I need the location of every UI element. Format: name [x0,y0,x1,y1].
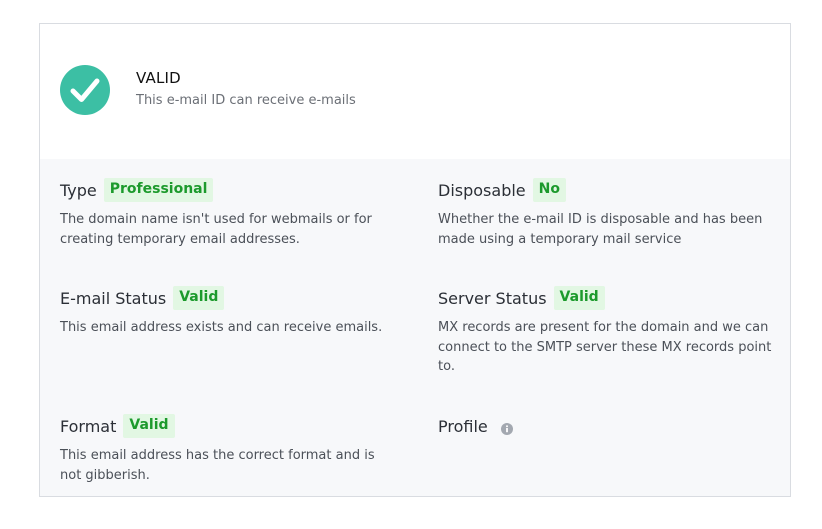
profile-item: Profile [438,414,778,438]
type-label: Type [60,180,97,200]
format-description: This email address has the correct forma… [60,448,375,483]
server-status-label: Server Status [438,288,547,308]
check-circle-icon [60,65,110,115]
server-status-item: Server Status Valid MX records are prese… [438,286,778,377]
profile-label: Profile [438,416,488,436]
disposable-label: Disposable [438,180,526,200]
details-panel: Type Professional The domain name isn't … [40,159,790,496]
verification-result-card: VALID This e-mail ID can receive e-mails… [39,23,791,497]
info-icon[interactable] [500,420,513,435]
disposable-description: Whether the e-mail ID is disposable and … [438,212,763,247]
email-status-description: This email address exists and can receiv… [60,320,383,335]
email-status-label: E-mail Status [60,288,167,308]
format-item: Format Valid This email address has the … [60,414,400,485]
disposable-badge: No [532,178,566,202]
status-description: This e-mail ID can receive e-mails [136,93,356,108]
server-status-description: MX records are present for the domain an… [438,320,772,374]
email-status-item: E-mail Status Valid This email address e… [60,286,400,338]
disposable-item: Disposable No Whether the e-mail ID is d… [438,178,778,249]
status-title: VALID [136,69,181,87]
format-label: Format [60,416,117,436]
format-badge: Valid [123,414,175,438]
type-badge: Professional [103,178,214,202]
type-item: Type Professional The domain name isn't … [60,178,400,249]
server-status-badge: Valid [553,286,605,310]
verification-status-header: VALID This e-mail ID can receive e-mails [40,24,790,159]
email-status-badge: Valid [173,286,225,310]
type-description: The domain name isn't used for webmails … [60,212,372,247]
